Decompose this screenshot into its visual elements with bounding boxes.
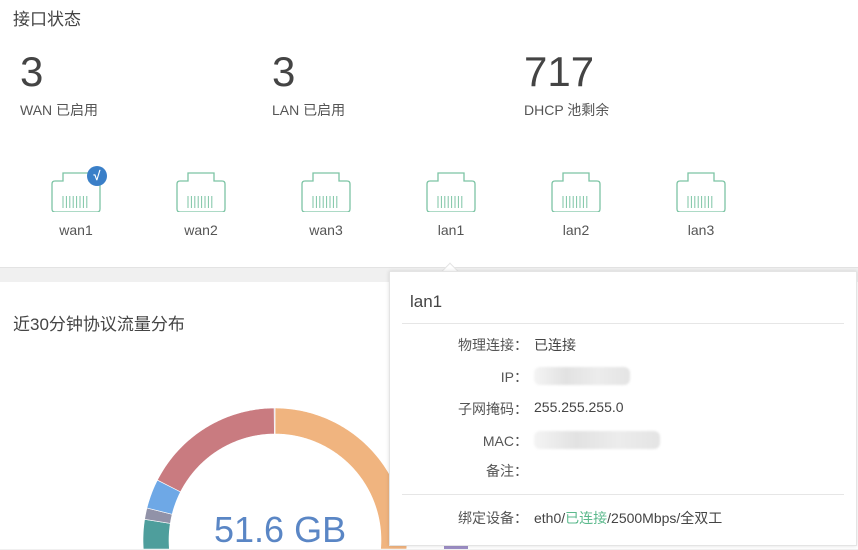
tooltip-title: lan1 bbox=[410, 292, 443, 311]
divider bbox=[402, 494, 844, 495]
port-wan3[interactable]: wan3 bbox=[291, 166, 361, 238]
traffic-donut-chart bbox=[142, 407, 408, 549]
interface-status-card: 接口状态 3 WAN 已启用 3 LAN 已启用 717 DHCP 池剩余 √ wan1… bbox=[0, 0, 858, 268]
check-badge-icon: √ bbox=[87, 166, 107, 186]
ethernet-port-icon bbox=[551, 172, 601, 212]
stat-value: 717 bbox=[524, 48, 595, 95]
stat-lan: 3 LAN 已启用 bbox=[272, 50, 345, 120]
stat-dhcp: 717 DHCP 池剩余 bbox=[524, 50, 609, 120]
stat-value: 3 bbox=[20, 48, 44, 95]
port-lan2[interactable]: lan2 bbox=[541, 166, 611, 238]
ethernet-port-icon bbox=[426, 172, 476, 212]
donut-slice-4[interactable] bbox=[156, 407, 275, 493]
row-key: 备注： bbox=[486, 463, 528, 479]
row-key: 物理连接： bbox=[458, 337, 528, 353]
link-status: 已连接 bbox=[534, 337, 576, 353]
port-label: lan3 bbox=[687, 222, 715, 238]
bind-device: eth0/ bbox=[534, 510, 566, 526]
stat-label: DHCP 池剩余 bbox=[524, 102, 610, 118]
ethernet-port-icon bbox=[176, 172, 226, 212]
mac-value-redacted bbox=[534, 431, 660, 452]
port-label: lan1 bbox=[437, 222, 465, 238]
traffic-total: 51.6 GB bbox=[214, 509, 347, 550]
port-label: wan2 bbox=[184, 222, 218, 238]
bind-detail: /2500Mbps/全双工 bbox=[607, 510, 723, 526]
bind-value: eth0/已连接/2500Mbps/全双工 bbox=[534, 508, 722, 528]
ethernet-port-icon bbox=[676, 172, 726, 212]
ethernet-port-icon bbox=[301, 172, 351, 212]
stat-wan: 3 WAN 已启用 bbox=[20, 50, 98, 120]
divider bbox=[402, 323, 844, 324]
stat-value: 3 bbox=[272, 48, 296, 95]
mac-blur bbox=[534, 431, 660, 449]
stat-label: WAN 已启用 bbox=[20, 102, 99, 118]
port-wan1[interactable]: √ wan1 bbox=[41, 166, 111, 238]
port-wan2[interactable]: wan2 bbox=[166, 166, 236, 238]
ip-blur bbox=[534, 367, 630, 385]
row-key: IP： bbox=[500, 369, 528, 385]
row-key: 子网掩码： bbox=[458, 401, 528, 417]
stat-label: LAN 已启用 bbox=[272, 102, 346, 118]
port-label: wan1 bbox=[59, 222, 93, 238]
port-tooltip: lan1 物理连接： 已连接 IP： 子网掩码： 255.255.255.0 MAC… bbox=[389, 271, 857, 546]
row-key: MAC： bbox=[482, 433, 528, 449]
mask-value: 255.255.255.0 bbox=[534, 399, 624, 415]
row-key: 绑定设备： bbox=[458, 510, 528, 526]
bind-status: 已连接 bbox=[565, 510, 608, 526]
ip-value-redacted bbox=[534, 367, 630, 388]
port-label: lan2 bbox=[562, 222, 590, 238]
donut-slice-5[interactable] bbox=[273, 407, 276, 435]
port-label: wan3 bbox=[309, 222, 343, 238]
section-title: 接口状态 bbox=[13, 10, 81, 29]
port-lan1[interactable]: lan1 bbox=[416, 166, 486, 238]
port-lan3[interactable]: lan3 bbox=[666, 166, 736, 238]
